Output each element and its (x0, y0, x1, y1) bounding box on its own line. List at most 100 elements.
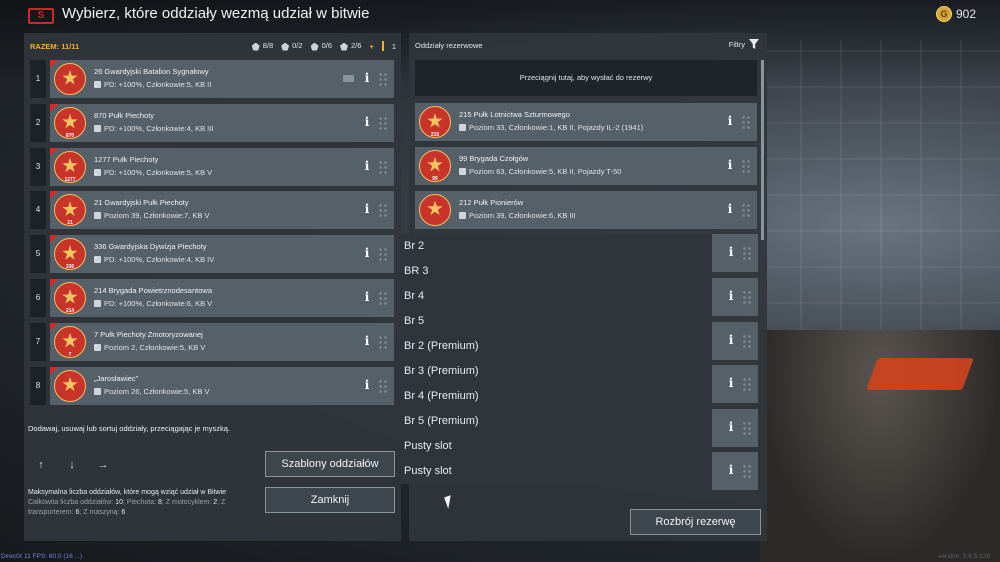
list-item[interactable]: i (712, 409, 758, 447)
divider (381, 41, 384, 51)
info-icon[interactable]: i (725, 202, 735, 216)
drag-handle-icon[interactable] (742, 290, 752, 304)
drag-handle-icon[interactable] (742, 334, 752, 348)
list-item[interactable]: i (712, 365, 758, 403)
squad-card[interactable]: 26 Gwardyjski Batalion Sygnałowy PD: +100… (50, 60, 394, 98)
squad-card[interactable]: 21 21 Gwardyjski Pułk Piechoty Poziom 39, … (50, 191, 394, 230)
dropdown-option[interactable]: Br 2 (Premium) (404, 340, 479, 352)
list-item[interactable]: i (712, 234, 758, 272)
arrow-down-icon[interactable]: ↓ (65, 458, 79, 472)
scrollbar[interactable] (761, 60, 764, 240)
squad-card[interactable]: 1277 1277 Pułk Piechoty PD: +100%, Członko… (50, 147, 394, 186)
squad-details-text: Poziom 33, Członkowie:1, KB II, Pojazdy … (469, 123, 644, 132)
dropdown-option[interactable]: Br 3 (Premium) (404, 365, 479, 377)
dropdown-option[interactable]: Br 2 (404, 240, 424, 252)
squad-card[interactable]: 99 99 Brygada Czołgów Poziom 63, Członkowi… (415, 146, 757, 185)
info-icon[interactable]: i (362, 71, 372, 85)
info-icon[interactable]: i (726, 420, 736, 434)
list-item[interactable]: i (712, 452, 758, 490)
squad-emblem-icon: 870 (54, 106, 86, 139)
dropdown-option[interactable]: Br 4 (404, 290, 424, 302)
info-icon[interactable]: i (725, 158, 735, 172)
filters-button[interactable]: Filtry (729, 39, 759, 49)
list-item[interactable]: i (712, 278, 758, 316)
squad-card[interactable]: 870 870 Pułk Piechoty PD: +100%, Członkowi… (50, 103, 394, 142)
drag-handle-icon[interactable] (378, 159, 388, 174)
reserve-squad-row[interactable]: 99 99 Brygada Czołgów Poziom 63, Członkowi… (415, 146, 757, 185)
dropdown-option[interactable]: Pusty slot (404, 465, 452, 477)
close-button[interactable]: Zamknij (265, 487, 395, 513)
transport-icon (340, 42, 348, 51)
squad-type-icon (94, 81, 101, 88)
dropdown-option[interactable]: Br 4 (Premium) (404, 390, 479, 402)
dropdown-option[interactable]: Pusty slot (404, 440, 452, 452)
info-icon[interactable]: i (726, 376, 736, 390)
info-icon[interactable]: i (362, 202, 372, 216)
squad-card[interactable]: „Jarosławiec” Poziom 26, Członkowie:5, KB… (50, 366, 394, 405)
info-icon[interactable]: i (726, 289, 736, 303)
squad-details: PD: +100%, Członkowie:6, KB V (94, 299, 212, 308)
list-item[interactable]: i (712, 322, 758, 360)
squad-type-icon (94, 124, 101, 132)
drag-handle-icon[interactable] (378, 247, 388, 262)
squad-details-text: Poziom 39, Członkowie:7, KB V (104, 211, 210, 221)
squad-row[interactable]: 3 1277 1277 Pułk Piechoty PD: +100%, Członk… (30, 147, 394, 186)
arrow-right-icon[interactable]: → (96, 458, 110, 472)
squad-card[interactable]: 336 336 Gwardyjska Dywizja Piechoty PD: +1… (50, 235, 394, 274)
drag-handle-icon[interactable] (378, 203, 388, 218)
squad-details: PD: +100%, Członkowie:5, KB V (94, 168, 212, 177)
info-icon[interactable]: i (362, 378, 372, 392)
drag-handle-icon[interactable] (742, 246, 752, 260)
drag-handle-icon[interactable] (742, 377, 752, 391)
info-icon[interactable]: i (362, 115, 372, 129)
squad-row[interactable]: 6 214 214 Brygada Powietrznodesantowa PD: +… (30, 279, 394, 317)
info-icon[interactable]: i (362, 159, 372, 173)
squad-row[interactable]: 2 870 870 Pułk Piechoty PD: +100%, Członkow… (30, 103, 394, 142)
drag-handle-icon[interactable] (741, 202, 751, 217)
squad-card[interactable]: 212 Pułk Pionierów Poziom 39, Członkowie:… (415, 190, 757, 229)
squad-card[interactable]: 7 7 Pułk Piechoty Zmotoryzowanej Poziom 2,… (50, 322, 394, 361)
drag-handle-icon[interactable] (742, 421, 752, 435)
info-icon[interactable]: i (726, 333, 736, 347)
emblem-number: 870 (65, 132, 75, 139)
info-icon[interactable]: i (362, 290, 372, 304)
info-icon[interactable]: i (725, 114, 735, 128)
slot-dropdown: Br 2 BR 3 Br 4 Br 5 Br 2 (Premium) Br 3 (Prem… (400, 234, 712, 484)
swap-icon[interactable] (343, 75, 354, 82)
drag-handle-icon[interactable] (741, 158, 751, 173)
squad-row[interactable]: 8 „Jarosławiec” Poziom 26, Członkowie:5, K… (30, 366, 394, 405)
dropdown-option[interactable]: BR 3 (404, 265, 428, 277)
squad-card[interactable]: 214 214 Brygada Powietrznodesantowa PD: +1… (50, 279, 394, 317)
emblem-number: 1277 (64, 176, 76, 183)
squad-emblem-icon (419, 193, 451, 226)
squad-limits-bar: RAZEM: 11/11 8/8 0/2 0/6 2/6 + 1 (30, 41, 396, 51)
drag-handle-icon[interactable] (741, 115, 751, 129)
drag-handle-icon[interactable] (378, 115, 388, 130)
info-icon[interactable]: i (726, 245, 736, 259)
squad-row[interactable]: 4 21 21 Gwardyjski Pułk Piechoty Poziom 39,… (30, 191, 394, 230)
squad-row[interactable]: 1 26 Gwardyjski Batalion Sygnałowy PD: +10… (30, 60, 394, 98)
drag-handle-icon[interactable] (378, 72, 388, 86)
drag-handle-icon[interactable] (378, 378, 388, 393)
dropdown-option[interactable]: Br 5 (404, 315, 424, 327)
reserve-drop-zone[interactable]: Przeciągnij tutaj, aby wysłać do rezerwy (415, 60, 757, 96)
info-icon[interactable]: i (362, 246, 372, 260)
info-icon[interactable]: i (362, 334, 372, 348)
max-squads-info: Maksymalna liczba oddziałów, które mogą … (28, 488, 258, 518)
gold-balance: G 902 (935, 6, 976, 22)
drag-handle-icon[interactable] (378, 291, 388, 305)
squad-row[interactable]: 7 7 7 Pułk Piechoty Zmotoryzowanej Poziom 2… (30, 322, 394, 361)
info-icon[interactable]: i (726, 463, 736, 477)
arrow-up-icon[interactable]: ↑ (34, 458, 48, 472)
squad-emblem-icon: 336 (54, 238, 86, 271)
reserve-squad-row[interactable]: 212 Pułk Pionierów Poziom 39, Członkowie:… (415, 190, 757, 229)
squad-row[interactable]: 5 336 336 Gwardyjska Dywizja Piechoty PD: +… (30, 235, 394, 274)
dropdown-option[interactable]: Br 5 (Premium) (404, 415, 479, 427)
squad-card[interactable]: 215 215 Pułk Lotnictwa Szturmowego Poziom … (415, 103, 757, 141)
reserve-squad-row[interactable]: 215 215 Pułk Lotnictwa Szturmowego Poziom … (415, 103, 757, 141)
squad-templates-button[interactable]: Szablony oddziałów (265, 451, 395, 477)
squad-details-text: PD: +100%, Członkowie:5, KB V (104, 167, 213, 177)
drag-handle-icon[interactable] (378, 334, 388, 349)
disarm-reserve-button[interactable]: Rozbrój rezerwę (630, 509, 761, 535)
drag-handle-icon[interactable] (742, 464, 752, 478)
